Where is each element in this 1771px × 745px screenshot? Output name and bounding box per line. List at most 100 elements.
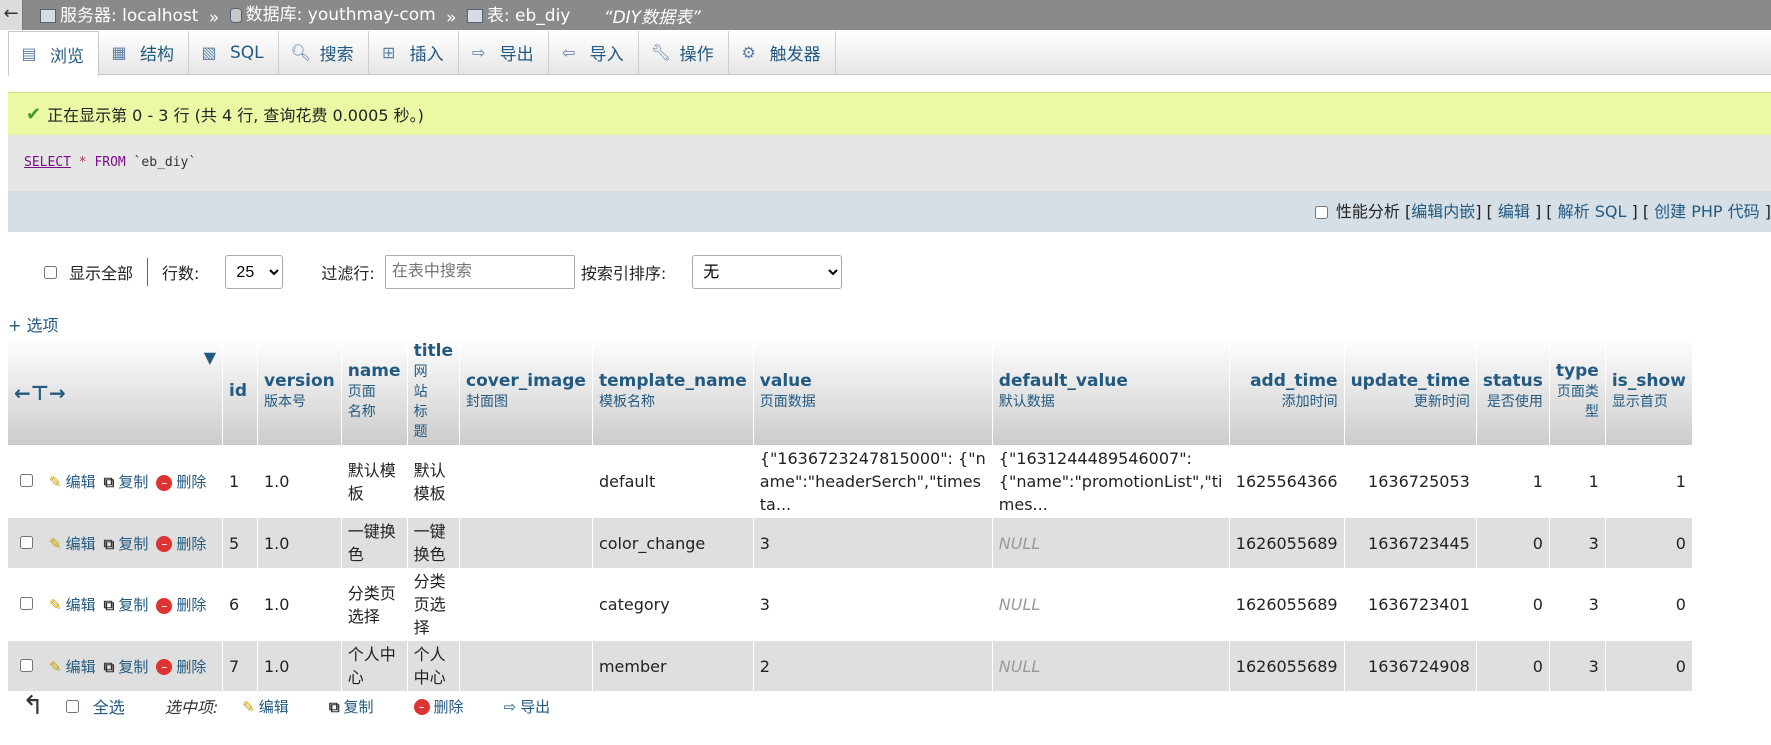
cell-version[interactable]: 1.0 [257, 568, 342, 641]
cell-name[interactable]: 一键换色 [341, 518, 408, 568]
create-php-link[interactable]: 创建 PHP 代码 [1654, 202, 1760, 221]
breadcrumb-server[interactable]: 服务器: localhost [40, 1, 198, 31]
cell-cover-image[interactable] [459, 445, 593, 518]
sql-query[interactable]: SELECT * FROM `eb_diy` [24, 155, 196, 170]
cell-add-time[interactable]: 1626055689 [1229, 568, 1345, 641]
cell-type[interactable]: 3 [1549, 641, 1606, 691]
header-cover-image[interactable]: cover_image 封面图 [459, 337, 593, 445]
cell-name[interactable]: 分类页选择 [341, 568, 408, 641]
cell-value[interactable]: 2 [753, 641, 993, 691]
select-all-label[interactable]: 全选 [93, 694, 125, 718]
cell-cover-image[interactable] [459, 518, 593, 568]
header-is-show[interactable]: is_show 显示首页 [1605, 337, 1693, 445]
header-type[interactable]: type 页面类型 [1549, 337, 1606, 445]
cell-update-time[interactable]: 1636723445 [1344, 518, 1477, 568]
row-delete-button[interactable]: – 删除 [156, 596, 206, 614]
cell-version[interactable]: 1.0 [257, 641, 342, 691]
row-delete-button[interactable]: – 删除 [156, 473, 206, 491]
cell-type[interactable]: 3 [1549, 568, 1606, 641]
cell-update-time[interactable]: 1636723401 [1344, 568, 1477, 641]
tab-search[interactable]: 🔍︎ 搜索 [279, 31, 369, 74]
cell-title[interactable]: 默认模板 [407, 445, 461, 518]
header-id[interactable]: id [222, 337, 258, 445]
options-toggle-link[interactable]: + 选项 [8, 312, 59, 336]
cell-add-time[interactable]: 1626055689 [1229, 641, 1345, 691]
header-status[interactable]: status 是否使用 [1476, 337, 1550, 445]
cell-title[interactable]: 个人中心 [407, 641, 461, 691]
cell-template-name[interactable]: member [592, 641, 754, 691]
cell-is-show[interactable]: 0 [1605, 518, 1693, 568]
tab-browse[interactable]: ▤ 浏览 [8, 31, 99, 76]
row-copy-button[interactable]: ⧉ 复制 [104, 596, 149, 614]
header-value[interactable]: value 页面数据 [753, 337, 993, 445]
row-checkbox[interactable] [20, 658, 33, 672]
cell-is-show[interactable]: 0 [1605, 641, 1693, 691]
row-copy-button[interactable]: ⧉ 复制 [104, 535, 149, 553]
explain-sql-link[interactable]: 解析 SQL [1558, 202, 1627, 221]
row-edit-button[interactable]: ✎ 编辑 [49, 596, 96, 614]
cell-status[interactable]: 0 [1476, 518, 1550, 568]
cell-default-value[interactable]: NULL [992, 518, 1230, 568]
cell-cover-image[interactable] [459, 568, 593, 641]
filter-rows-input[interactable] [384, 255, 575, 289]
bulk-delete-button[interactable]: – 删除 [413, 696, 464, 717]
cell-id[interactable]: 1 [222, 445, 258, 518]
tab-sql[interactable]: ▧ SQL [189, 31, 279, 74]
bulk-export-button[interactable]: ⇨ 导出 [504, 696, 551, 717]
row-copy-button[interactable]: ⧉ 复制 [104, 658, 149, 676]
tab-structure[interactable]: ▦ 结构 [99, 31, 189, 74]
cell-name[interactable]: 默认模板 [341, 445, 408, 518]
cell-id[interactable]: 5 [222, 518, 258, 568]
cell-default-value[interactable]: NULL [992, 641, 1230, 691]
select-all-checkbox[interactable] [65, 699, 79, 713]
header-template-name[interactable]: template_name 模板名称 [592, 337, 754, 445]
cell-version[interactable]: 1.0 [257, 518, 342, 568]
cell-type[interactable]: 1 [1549, 445, 1606, 518]
cell-default-value[interactable]: NULL [992, 568, 1230, 641]
rows-per-page-select[interactable]: 25 [225, 255, 284, 289]
cell-add-time[interactable]: 1626055689 [1229, 518, 1345, 568]
show-all-checkbox[interactable] [44, 265, 57, 279]
edit-sql-link[interactable]: 编辑 [1498, 202, 1530, 221]
header-update-time[interactable]: update_time 更新时间 [1344, 337, 1477, 445]
tab-export[interactable]: ⇨ 导出 [459, 31, 549, 74]
sort-caret-icon[interactable]: ▼ [14, 348, 216, 367]
back-arrow-icon[interactable]: ← [0, 0, 23, 30]
cell-add-time[interactable]: 1625564366 [1229, 445, 1345, 518]
cell-title[interactable]: 分类页选择 [407, 568, 461, 641]
cell-is-show[interactable]: 0 [1605, 568, 1693, 641]
sql-keyword-select[interactable]: SELECT [24, 155, 71, 170]
cell-status[interactable]: 0 [1476, 568, 1550, 641]
cell-value[interactable]: {"1636723247815000": {"name":"headerSerc… [753, 445, 993, 518]
sort-by-key-select[interactable]: 无 [692, 255, 843, 289]
cell-value[interactable]: 3 [753, 568, 993, 641]
cell-version[interactable]: 1.0 [257, 445, 342, 518]
profiling-checkbox[interactable] [1314, 206, 1328, 219]
cell-cover-image[interactable] [459, 641, 593, 691]
cell-template-name[interactable]: default [592, 445, 754, 518]
row-checkbox[interactable] [20, 597, 33, 610]
cell-template-name[interactable]: color_change [592, 518, 754, 568]
header-default-value[interactable]: default_value 默认数据 [992, 337, 1230, 445]
cell-status[interactable]: 1 [1476, 445, 1550, 518]
cell-name[interactable]: 个人中心 [341, 641, 408, 691]
header-add-time[interactable]: add_time 添加时间 [1229, 337, 1345, 445]
tab-import[interactable]: ⇦ 导入 [549, 31, 639, 74]
cell-type[interactable]: 3 [1549, 518, 1606, 568]
row-edit-button[interactable]: ✎ 编辑 [49, 535, 96, 553]
row-edit-button[interactable]: ✎ 编辑 [49, 658, 96, 676]
row-checkbox[interactable] [20, 535, 33, 549]
cell-value[interactable]: 3 [753, 518, 993, 568]
header-name[interactable]: name 页面名称 [341, 337, 408, 445]
row-checkbox[interactable] [20, 474, 33, 487]
cell-template-name[interactable]: category [592, 568, 754, 641]
breadcrumb-database[interactable]: 数据库: youthmay-com [229, 0, 436, 30]
header-version[interactable]: version 版本号 [257, 337, 342, 445]
edit-inline-link[interactable]: 编辑内嵌 [1411, 202, 1475, 221]
bulk-edit-button[interactable]: ✎ 编辑 [242, 696, 289, 717]
cell-update-time[interactable]: 1636724908 [1344, 641, 1477, 691]
tab-insert[interactable]: ⊞ 插入 [369, 31, 459, 74]
tab-triggers[interactable]: ⚙ 触发器 [729, 31, 836, 74]
column-resize-icon[interactable]: ←⊤→ [14, 381, 216, 405]
tab-operations[interactable]: 🔧︎ 操作 [639, 31, 729, 74]
